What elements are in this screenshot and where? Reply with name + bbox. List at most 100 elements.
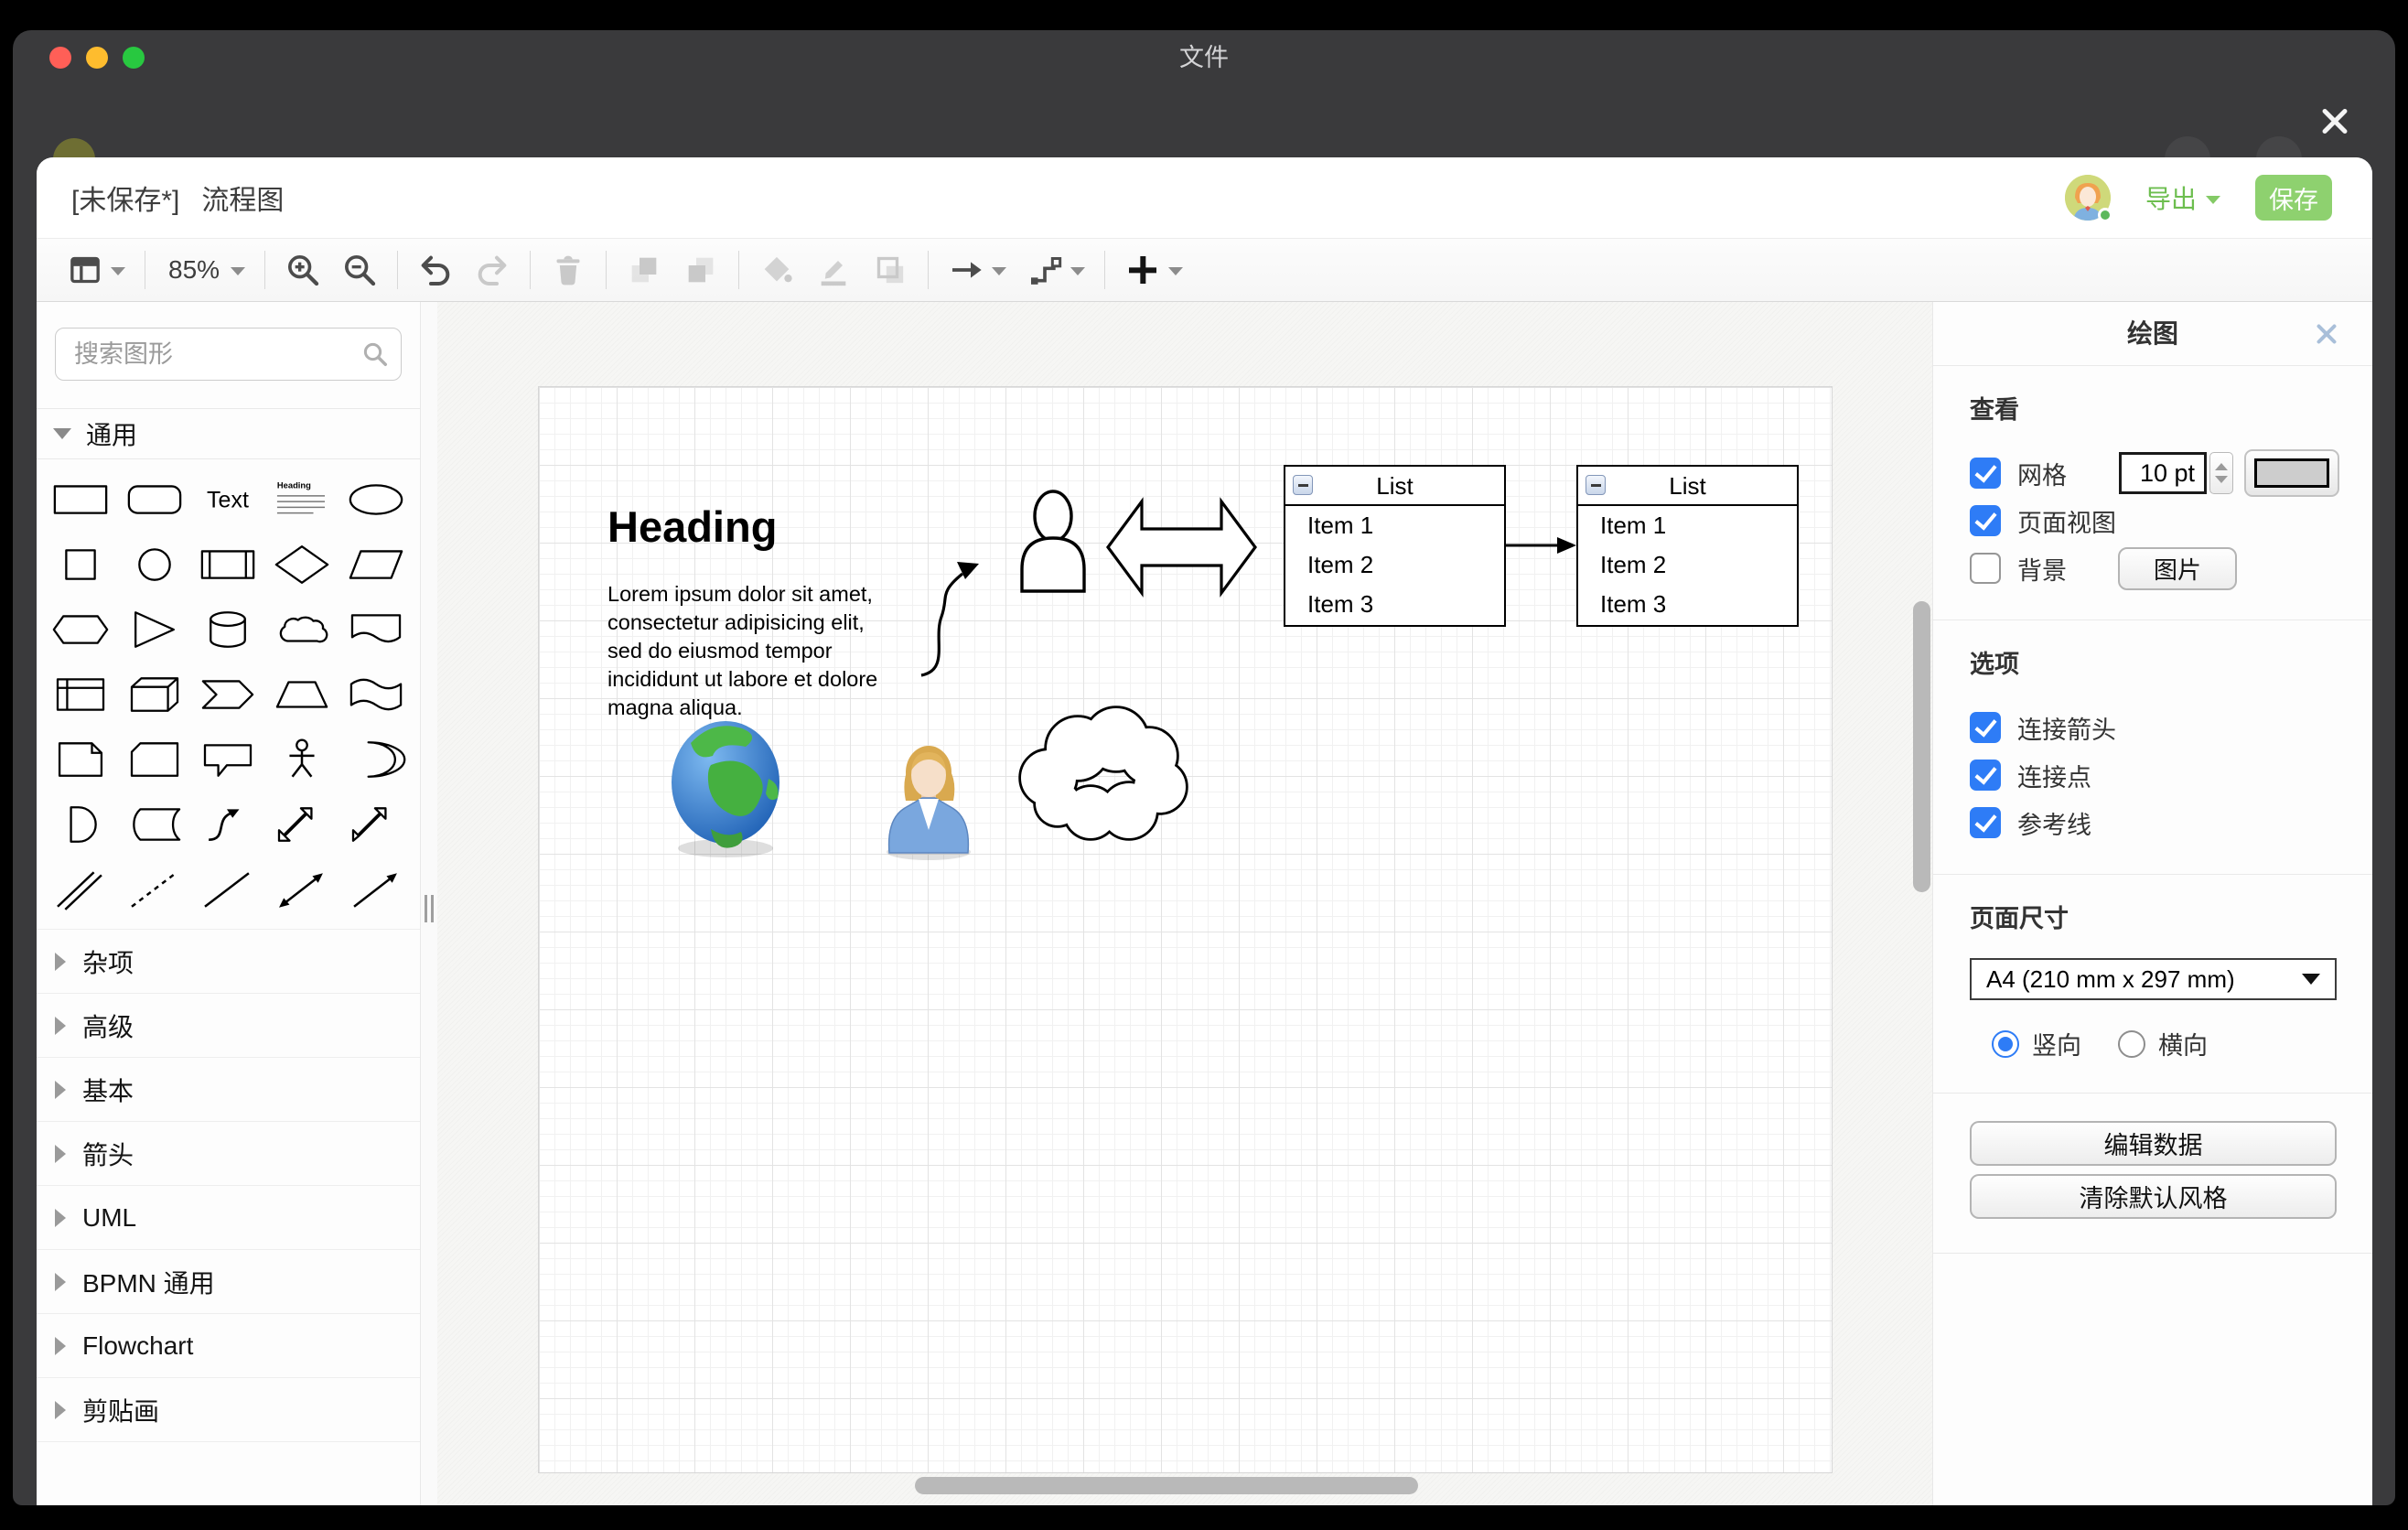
sidebar-section-arrows[interactable]: 箭头 (37, 1122, 420, 1186)
shape-link[interactable] (44, 857, 118, 921)
vertical-scrollbar[interactable] (1913, 601, 1930, 892)
grid-size-input[interactable] (2119, 452, 2207, 494)
shape-data-storage[interactable] (118, 792, 192, 857)
search-input[interactable] (55, 328, 402, 381)
shape-cylinder[interactable] (191, 597, 265, 662)
list-item[interactable]: Item 3 (1285, 585, 1504, 624)
list-connector-arrow[interactable] (1506, 537, 1576, 554)
list-item[interactable]: Item 2 (1578, 545, 1797, 585)
shape-tape[interactable] (339, 662, 413, 727)
shape-step[interactable] (191, 662, 265, 727)
sidebar-section-flowchart[interactable]: Flowchart (37, 1314, 420, 1378)
shape-trapezoid[interactable] (265, 662, 339, 727)
paragraph-text-shape[interactable]: Lorem ipsum dolor sit amet, consectetur … (607, 580, 897, 722)
shape-cloud[interactable] (265, 597, 339, 662)
grid-checkbox[interactable] (1970, 458, 2001, 489)
close-overlay-icon[interactable] (2313, 100, 2357, 144)
list-item[interactable]: Item 3 (1578, 585, 1797, 624)
to-back-button[interactable] (672, 244, 729, 296)
waypoint-style-button[interactable] (1016, 244, 1095, 296)
list-item[interactable]: Item 1 (1578, 506, 1797, 545)
sidebar-splitter[interactable] (421, 302, 437, 1505)
list-shape[interactable]: List Item 1 Item 2 Item 3 (1284, 465, 1506, 627)
grid-color-swatch[interactable] (2244, 449, 2339, 497)
sidebar-section-misc[interactable]: 杂项 (37, 930, 420, 994)
background-checkbox[interactable] (1970, 553, 2001, 584)
shape-card[interactable] (118, 727, 192, 792)
fill-color-button[interactable] (748, 244, 805, 296)
shape-cube[interactable] (118, 662, 192, 727)
shape-ellipse[interactable] (339, 467, 413, 532)
guides-checkbox[interactable] (1970, 807, 2001, 838)
sidebar-section-basic[interactable]: 基本 (37, 1058, 420, 1122)
shape-internal-storage[interactable] (44, 662, 118, 727)
shape-and[interactable] (44, 792, 118, 857)
landscape-radio[interactable] (2118, 1030, 2145, 1058)
horizontal-scrollbar[interactable] (915, 1477, 1418, 1494)
line-color-button[interactable] (805, 244, 862, 296)
connection-arrow-button[interactable] (938, 244, 1016, 296)
shape-document[interactable] (339, 597, 413, 662)
shape-square[interactable] (44, 532, 118, 597)
list-item[interactable]: Item 2 (1285, 545, 1504, 585)
to-front-button[interactable] (616, 244, 672, 296)
shape-dashed-line[interactable] (118, 857, 192, 921)
shape-parallelogram[interactable] (339, 532, 413, 597)
export-button[interactable]: 导出 (2145, 179, 2220, 216)
connection-points-checkbox[interactable] (1970, 760, 2001, 791)
shape-arrow[interactable] (339, 792, 413, 857)
list-shape[interactable]: List Item 1 Item 2 Item 3 (1576, 465, 1799, 627)
shape-rectangle[interactable] (44, 467, 118, 532)
woman-clipart[interactable] (887, 746, 971, 860)
background-image-button[interactable]: 图片 (2118, 547, 2237, 590)
page-size-select[interactable]: A4 (210 mm x 297 mm) (1970, 958, 2337, 1000)
sidebar-section-clipart[interactable]: 剪贴画 (37, 1378, 420, 1442)
sidebar-section-bpmn-general[interactable]: BPMN 通用 (37, 1250, 420, 1314)
actor-shape[interactable] (1022, 491, 1084, 591)
shape-text[interactable]: Text (191, 467, 265, 532)
page-view-checkbox[interactable] (1970, 505, 2001, 536)
portrait-radio[interactable] (1992, 1030, 2019, 1058)
shape-or[interactable] (339, 727, 413, 792)
shape-callout[interactable] (191, 727, 265, 792)
shape-process[interactable] (191, 532, 265, 597)
shape-diamond[interactable] (265, 532, 339, 597)
sidebar-section-general[interactable]: 通用 (37, 408, 420, 459)
collapse-icon[interactable] (1586, 475, 1606, 495)
zoom-in-button[interactable] (274, 244, 331, 296)
grid-size-stepper[interactable] (2209, 452, 2233, 494)
close-panel-icon[interactable] (2314, 321, 2339, 347)
zoom-out-button[interactable] (331, 244, 388, 296)
shape-hexagon[interactable] (44, 597, 118, 662)
shape-bidirectional-connector[interactable] (265, 857, 339, 921)
collapse-icon[interactable] (1293, 475, 1313, 495)
cloud-shape[interactable] (1021, 708, 1186, 838)
sidebar-section-advanced[interactable]: 高级 (37, 994, 420, 1058)
shape-circle[interactable] (118, 532, 192, 597)
shape-note[interactable] (44, 727, 118, 792)
shape-actor[interactable] (265, 727, 339, 792)
drawing-canvas[interactable]: Heading Lorem ipsum dolor sit amet, cons… (437, 302, 1932, 1505)
save-button[interactable]: 保存 (2255, 175, 2332, 221)
insert-button[interactable] (1114, 244, 1193, 296)
sidebar-section-uml[interactable]: UML (37, 1186, 420, 1250)
shape-rounded-rectangle[interactable] (118, 467, 192, 532)
view-panels-button[interactable] (57, 244, 135, 296)
double-arrow-shape[interactable] (1108, 501, 1255, 593)
heading-text-shape[interactable]: Heading (607, 501, 777, 552)
curved-arrow-shape[interactable] (921, 562, 979, 675)
clear-default-style-button[interactable]: 清除默认风格 (1970, 1174, 2337, 1219)
zoom-level-dropdown[interactable]: 85% (155, 244, 255, 296)
undo-button[interactable] (407, 244, 464, 296)
shape-triangle[interactable] (118, 597, 192, 662)
shadow-button[interactable] (862, 244, 919, 296)
edit-data-button[interactable]: 编辑数据 (1970, 1121, 2337, 1166)
shape-directional-connector[interactable] (339, 857, 413, 921)
shape-textbox[interactable]: Heading (265, 467, 339, 532)
globe-clipart[interactable] (672, 721, 779, 857)
list-item[interactable]: Item 1 (1285, 506, 1504, 545)
shape-curve[interactable] (191, 792, 265, 857)
shape-bidirectional-arrow[interactable] (265, 792, 339, 857)
redo-button[interactable] (464, 244, 521, 296)
shape-line[interactable] (191, 857, 265, 921)
